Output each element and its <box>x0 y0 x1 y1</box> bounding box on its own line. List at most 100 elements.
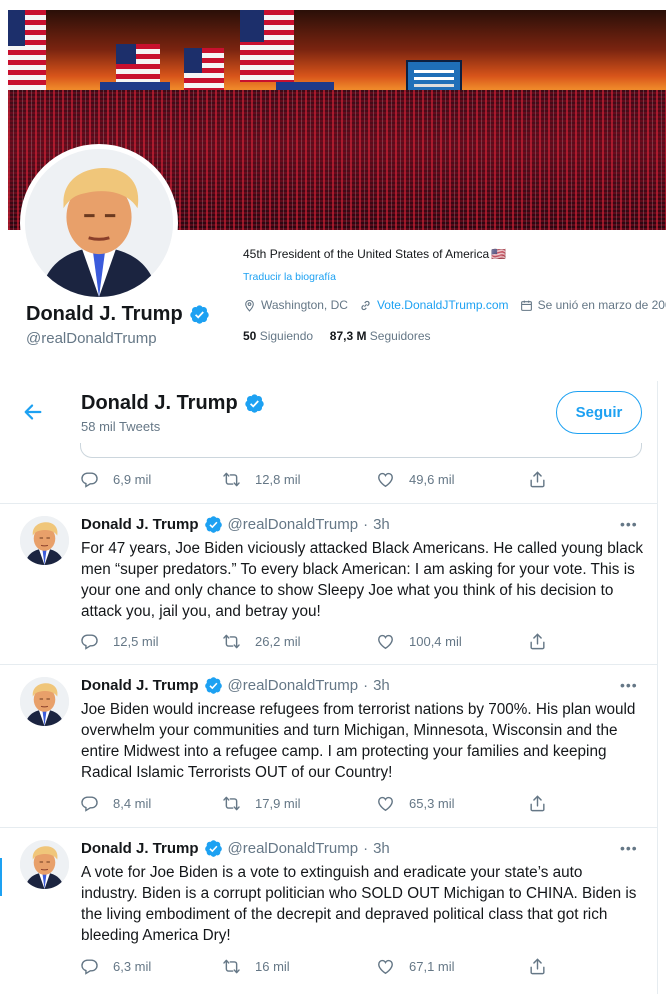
like-count: 100,4 mil <box>409 634 462 649</box>
like-count: 65,3 mil <box>409 796 455 811</box>
tweet-avatar[interactable] <box>20 516 69 565</box>
profile-name-text: Donald J. Trump <box>26 303 183 325</box>
share-icon <box>528 957 547 976</box>
retweet-button[interactable]: 16 mil <box>222 957 290 976</box>
followers-count: 87,3 M <box>329 329 367 343</box>
more-icon[interactable]: ••• <box>620 840 638 856</box>
more-icon[interactable]: ••• <box>620 677 638 693</box>
reply-button[interactable]: 12,5 mil <box>80 632 159 651</box>
location-icon <box>245 299 254 312</box>
retweet-count: 26,2 mil <box>255 634 301 649</box>
reply-button[interactable]: 8,4 mil <box>80 794 151 813</box>
retweet-button[interactable]: 17,9 mil <box>222 794 301 813</box>
verified-badge-icon <box>204 515 223 534</box>
verified-badge-icon <box>189 304 210 325</box>
share-icon <box>528 632 547 651</box>
joined-text: Se unió en marzo de 2009 <box>537 298 666 312</box>
reply-button[interactable]: 6,3 mil <box>80 957 151 976</box>
like-icon <box>376 957 395 976</box>
tweet-author-handle[interactable]: @realDonaldTrump <box>228 516 359 533</box>
profile-counts: 50 Siguiendo 87,3 M Seguidores <box>243 329 431 343</box>
tweet-author-name[interactable]: Donald J. Trump <box>81 840 199 857</box>
share-icon <box>528 470 547 489</box>
tweet-count: 58 mil Tweets <box>81 419 161 434</box>
profile-name: Donald J. Trump <box>26 303 210 326</box>
calendar-icon <box>520 300 532 311</box>
header-name-text: Donald J. Trump <box>81 392 238 414</box>
tweet-author-handle[interactable]: @realDonaldTrump <box>228 677 359 694</box>
like-button[interactable]: 65,3 mil <box>376 794 455 813</box>
retweet-button[interactable]: 26,2 mil <box>222 632 301 651</box>
scroll-indicator <box>0 858 2 896</box>
share-button[interactable] <box>528 957 547 976</box>
location-text: Washington, DC <box>261 298 348 312</box>
reply-icon <box>80 794 99 813</box>
verified-badge-icon <box>204 839 223 858</box>
link-icon <box>361 300 370 310</box>
retweet-icon <box>222 957 241 976</box>
retweet-icon <box>222 470 241 489</box>
like-icon <box>376 470 395 489</box>
retweet-icon <box>222 794 241 813</box>
share-button[interactable] <box>528 470 547 489</box>
tweet-timestamp[interactable]: 3h <box>373 840 390 857</box>
retweet-button[interactable]: 12,8 mil <box>222 470 301 489</box>
tweet-actions: 6,9 mil 12,8 mil 49,6 mil <box>80 470 550 490</box>
header-name: Donald J. Trump <box>81 392 265 415</box>
tweet-avatar[interactable] <box>20 840 69 889</box>
profile-avatar[interactable] <box>20 144 178 302</box>
reply-icon <box>80 957 99 976</box>
share-button[interactable] <box>528 632 547 651</box>
follow-button[interactable]: Seguir <box>556 391 642 434</box>
tweet-header: Donald J. Trump @realDonaldTrump · 3h <box>81 839 390 858</box>
profile-handle: @realDonaldTrump <box>26 330 157 347</box>
retweet-count: 12,8 mil <box>255 472 301 487</box>
reply-icon <box>80 632 99 651</box>
like-icon <box>376 794 395 813</box>
tweet-text: A vote for Joe Biden is a vote to exting… <box>81 864 637 944</box>
following-link[interactable]: 50 Siguiendo <box>243 329 313 343</box>
quoted-tweet-card[interactable] <box>80 443 642 458</box>
bio-text: 45th President of the United States of A… <box>243 247 490 261</box>
share-button[interactable] <box>528 794 547 813</box>
reply-count: 12,5 mil <box>113 634 159 649</box>
flag-decoration <box>8 10 46 90</box>
translate-bio-link[interactable]: Traducir la biografía <box>243 271 336 283</box>
reply-count: 6,9 mil <box>113 472 152 487</box>
verified-badge-icon <box>204 676 223 695</box>
more-icon[interactable]: ••• <box>620 516 638 532</box>
like-button[interactable]: 49,6 mil <box>376 470 455 489</box>
tweet-avatar[interactable] <box>20 677 69 726</box>
tweet-timestamp[interactable]: 3h <box>373 677 390 694</box>
back-arrow-icon[interactable] <box>22 401 44 423</box>
website-link[interactable]: Vote.DonaldJTrump.com <box>377 298 509 312</box>
tweet-actions: 8,4 mil 17,9 mil 65,3 mil <box>80 794 550 814</box>
like-button[interactable]: 100,4 mil <box>376 632 462 651</box>
tweet-timestamp[interactable]: 3h <box>373 516 390 533</box>
tweet-author-name[interactable]: Donald J. Trump <box>81 516 199 533</box>
followers-label: Seguidores <box>369 329 431 343</box>
retweet-icon <box>222 632 241 651</box>
tweet-author-name[interactable]: Donald J. Trump <box>81 677 199 694</box>
like-button[interactable]: 67,1 mil <box>376 957 455 976</box>
tweet-author-handle[interactable]: @realDonaldTrump <box>228 840 359 857</box>
like-count: 67,1 mil <box>409 959 455 974</box>
following-label: Siguiendo <box>259 329 314 343</box>
tweet-actions: 6,3 mil 16 mil 67,1 mil <box>80 957 550 977</box>
profile-bio: 45th President of the United States of A… <box>243 247 506 261</box>
verified-badge-icon <box>244 393 265 414</box>
tweet-header: Donald J. Trump @realDonaldTrump · 3h <box>81 515 390 534</box>
retweet-count: 17,9 mil <box>255 796 301 811</box>
tweet-text: Joe Biden would increase refugees from t… <box>81 701 636 781</box>
reply-button[interactable]: 6,9 mil <box>80 470 151 489</box>
separator-dot: · <box>363 677 369 694</box>
like-icon <box>376 632 395 651</box>
reply-count: 6,3 mil <box>113 959 152 974</box>
reply-icon <box>80 470 99 489</box>
separator-dot: · <box>363 840 369 857</box>
separator-dot: · <box>363 516 369 533</box>
followers-link[interactable]: 87,3 M Seguidores <box>330 329 431 343</box>
us-flag-icon: 🇺🇸 <box>491 247 507 261</box>
share-icon <box>528 794 547 813</box>
following-count: 50 <box>243 329 257 343</box>
